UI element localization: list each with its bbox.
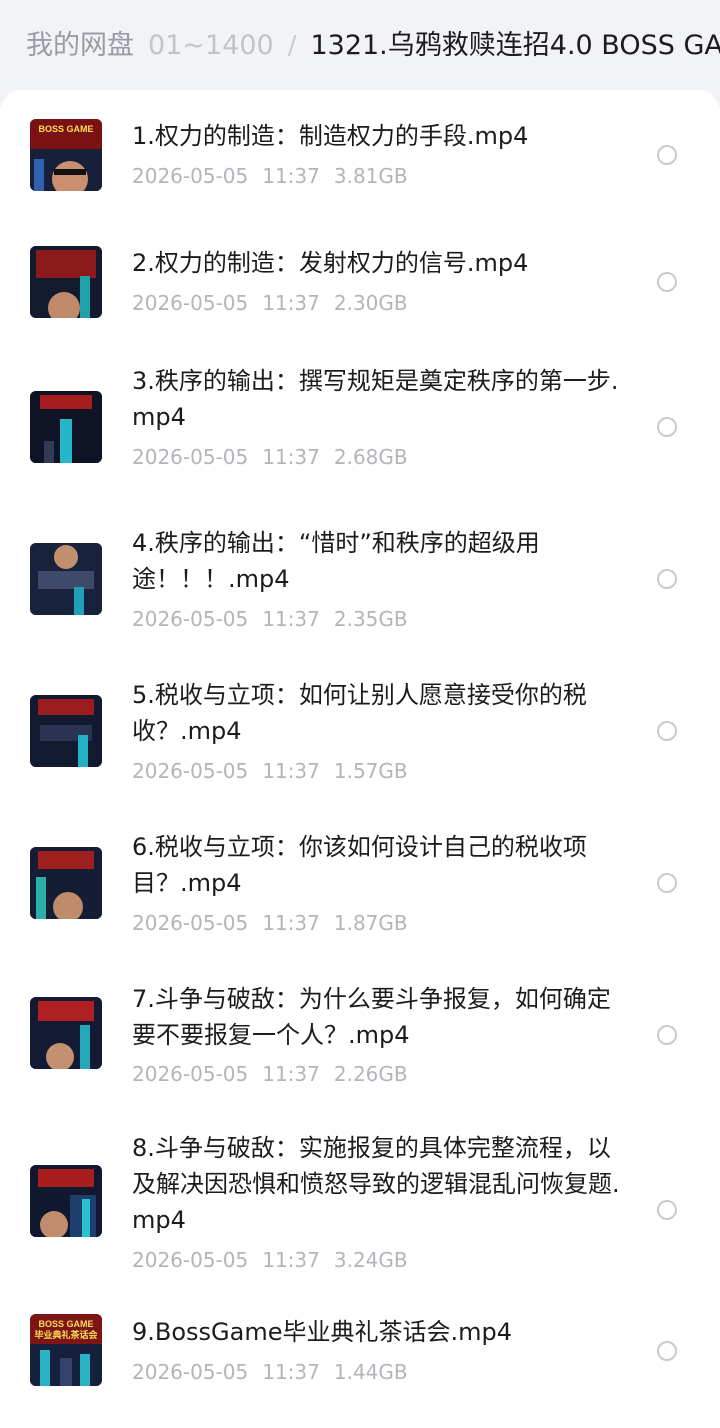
select-radio[interactable]	[657, 1200, 677, 1220]
file-size: 1.57GB	[333, 759, 408, 783]
select-radio[interactable]	[657, 1025, 677, 1045]
video-thumbnail	[30, 695, 102, 767]
file-size: 1.87GB	[333, 911, 408, 935]
file-date: 2026-05-05	[132, 291, 249, 315]
file-date: 2026-05-05	[132, 164, 249, 188]
select-radio[interactable]	[657, 1341, 677, 1361]
file-date: 2026-05-05	[132, 607, 249, 631]
file-date: 2026-05-05	[132, 1062, 249, 1086]
video-thumbnail: BOSS GAME 毕业典礼茶话会	[30, 1314, 102, 1386]
file-name: 6.税收与立项：你该如何设计自己的税收项目？.mp4	[132, 833, 587, 897]
file-time: 11:37	[262, 911, 320, 935]
file-time: 11:37	[262, 759, 320, 783]
file-time: 11:37	[262, 1360, 320, 1384]
video-thumbnail	[30, 997, 102, 1069]
breadcrumb: 我的网盘 01~1400 / 1321.乌鸦救赎连招4.0 BOSS GAME	[26, 26, 720, 66]
file-name: 9.BossGame毕业典礼茶话会.mp4	[132, 1318, 513, 1346]
file-meta: 2026-05-05 11:37 2.35GB	[132, 605, 422, 633]
file-meta: 2026-05-05 11:37 1.57GB	[132, 757, 422, 785]
file-size: 2.68GB	[333, 445, 408, 469]
thumbnail-image	[30, 246, 102, 318]
video-thumbnail	[30, 1165, 102, 1237]
select-radio[interactable]	[657, 417, 677, 437]
file-date: 2026-05-05	[132, 911, 249, 935]
file-time: 11:37	[262, 164, 320, 188]
file-size: 2.26GB	[333, 1062, 408, 1086]
file-date: 2026-05-05	[132, 759, 249, 783]
file-time: 11:37	[262, 607, 320, 631]
select-radio[interactable]	[657, 145, 677, 165]
file-time: 11:37	[262, 1248, 320, 1272]
file-size: 3.24GB	[333, 1248, 408, 1272]
thumbnail-image	[30, 847, 102, 919]
video-thumbnail	[30, 543, 102, 615]
video-thumbnail	[30, 847, 102, 919]
breadcrumb-range[interactable]: 01~1400	[148, 26, 274, 66]
file-date: 2026-05-05	[132, 445, 249, 469]
breadcrumb-separator: /	[287, 31, 297, 61]
select-radio[interactable]	[657, 569, 677, 589]
breadcrumb-root[interactable]: 我的网盘	[26, 26, 134, 66]
select-radio[interactable]	[657, 873, 677, 893]
file-name: 1.权力的制造：制造权力的手段.mp4	[132, 122, 529, 150]
file-name: 5.税收与立项：如何让别人愿意接受你的税收？.mp4	[132, 681, 587, 745]
file-name: 4.秩序的输出：“惜时”和秩序的超级用途！！！.mp4	[132, 529, 540, 593]
thumbnail-image	[30, 695, 102, 767]
select-radio[interactable]	[657, 272, 677, 292]
thumbnail-image	[30, 391, 102, 463]
thumbnail-caption: BOSS GAME	[38, 124, 94, 134]
file-time: 11:37	[262, 291, 320, 315]
file-meta: 2026-05-05 11:37 2.68GB	[132, 443, 422, 471]
file-name: 2.权力的制造：发射权力的信号.mp4	[132, 249, 529, 277]
video-thumbnail	[30, 246, 102, 318]
file-meta: 2026-05-05 11:37 3.24GB	[132, 1246, 422, 1274]
top-bar: 我的网盘 01~1400 / 1321.乌鸦救赎连招4.0 BOSS GAME	[0, 0, 720, 90]
file-meta: 2026-05-05 11:37 2.30GB	[132, 289, 422, 317]
file-meta: 2026-05-05 11:37 1.44GB	[132, 1358, 422, 1386]
file-name: 8.斗争与破敌：实施报复的具体完整流程，以及解决因恐惧和愤怒导致的逻辑混乱问恢复…	[132, 1134, 620, 1234]
thumbnail-image	[30, 1165, 102, 1237]
file-meta: 2026-05-05 11:37 1.87GB	[132, 909, 422, 937]
file-list: BOSS GAME 1.权力的制造：制造权力的手段.mp4 2026-05-05…	[0, 90, 720, 1428]
thumbnail-image	[30, 543, 102, 615]
thumbnail-caption: BOSS GAME 毕业典礼茶话会	[34, 1319, 98, 1340]
file-size: 2.35GB	[333, 607, 408, 631]
file-date: 2026-05-05	[132, 1248, 249, 1272]
file-meta: 2026-05-05 11:37 3.81GB	[132, 162, 422, 190]
file-date: 2026-05-05	[132, 1360, 249, 1384]
video-thumbnail	[30, 391, 102, 463]
file-size: 1.44GB	[333, 1360, 408, 1384]
thumbnail-image	[30, 997, 102, 1069]
file-name: 3.秩序的输出：撰写规矩是奠定秩序的第一步.mp4	[132, 367, 619, 431]
video-thumbnail: BOSS GAME	[30, 119, 102, 191]
file-name: 7.斗争与破敌：为什么要斗争报复，如何确定要不要报复一个人？.mp4	[132, 985, 611, 1049]
file-size: 3.81GB	[333, 164, 408, 188]
file-meta: 2026-05-05 11:37 2.26GB	[132, 1060, 422, 1088]
select-radio[interactable]	[657, 721, 677, 741]
file-size: 2.30GB	[333, 291, 408, 315]
breadcrumb-current-folder: 1321.乌鸦救赎连招4.0 BOSS GAME	[310, 30, 720, 61]
file-time: 11:37	[262, 445, 320, 469]
file-time: 11:37	[262, 1062, 320, 1086]
